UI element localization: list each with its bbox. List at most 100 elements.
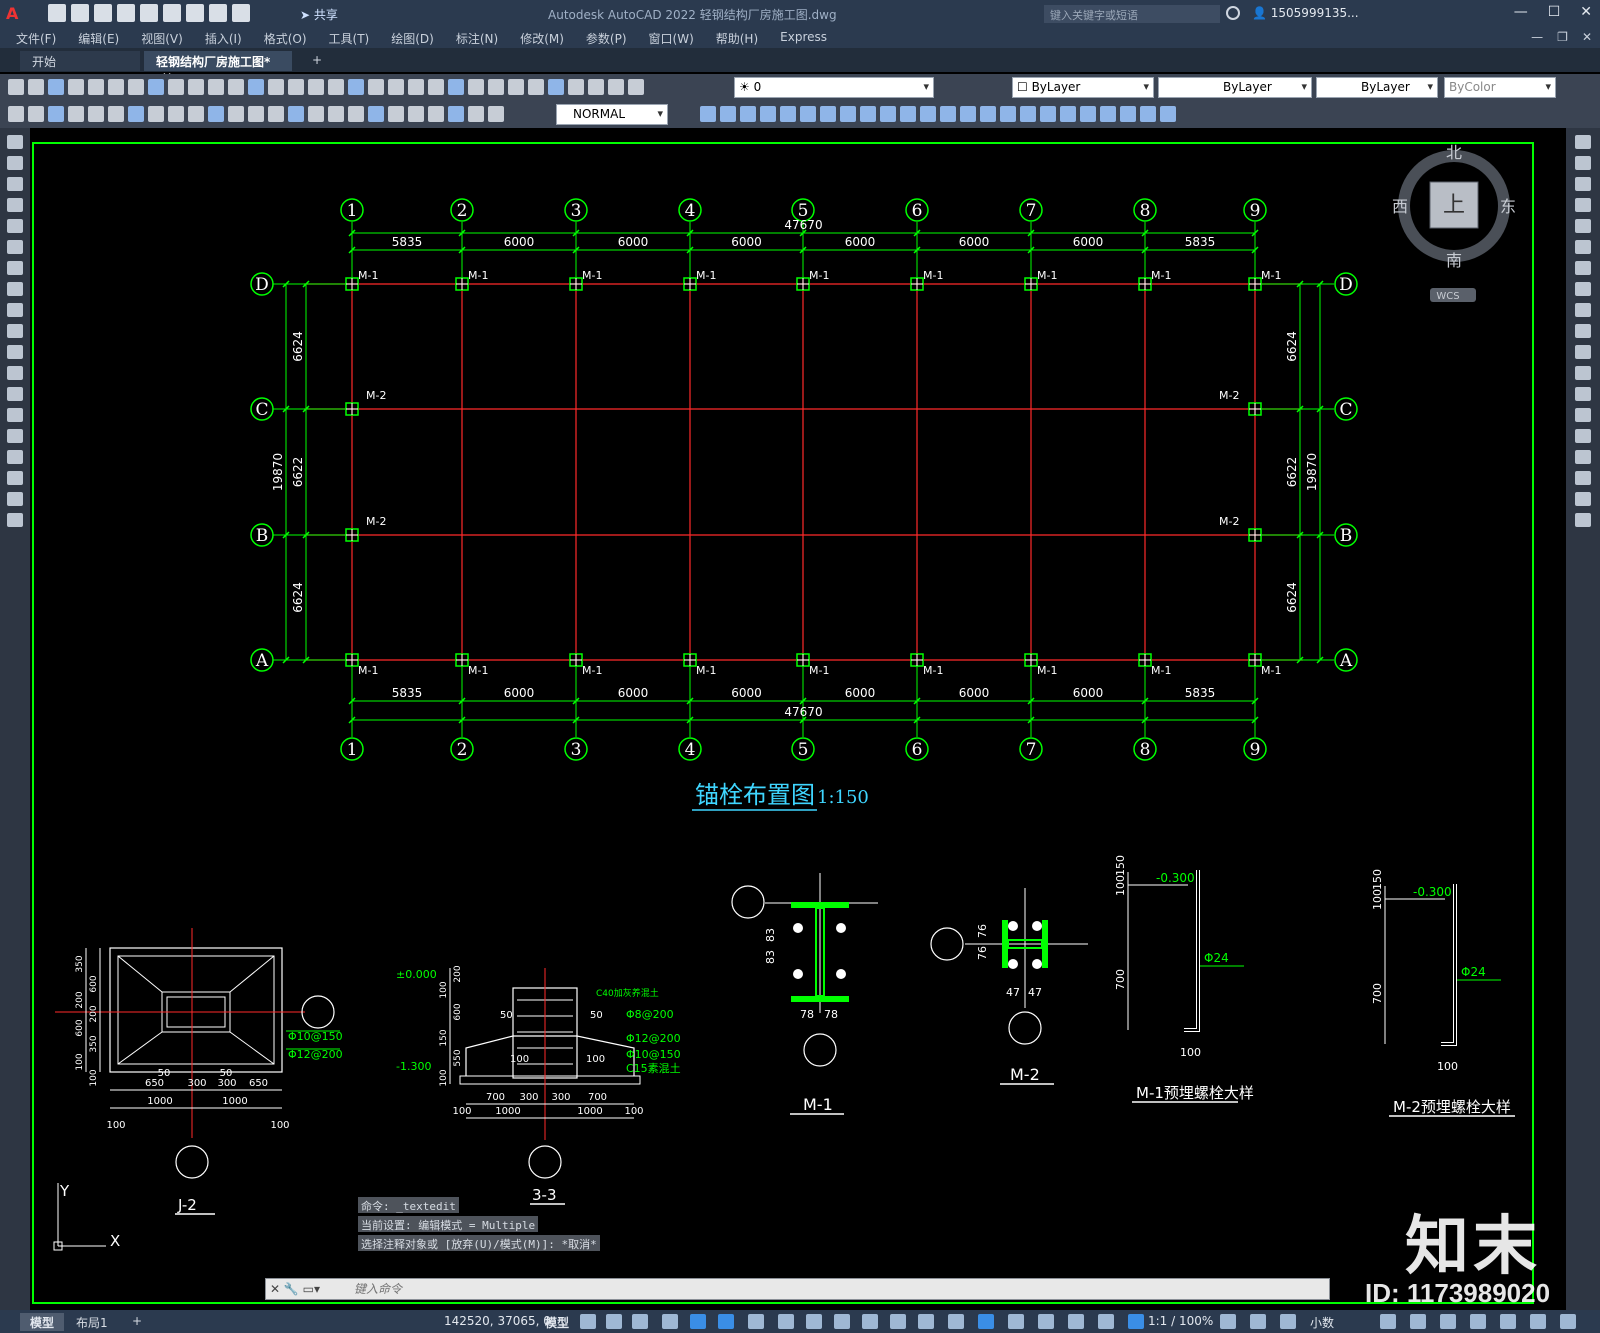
doc-restore-icon[interactable]: ❐ bbox=[1557, 30, 1568, 44]
dimstyle-dropdown[interactable]: NORMAL bbox=[556, 104, 668, 125]
status-toggle-icon[interactable] bbox=[918, 1314, 934, 1329]
save-web-icon[interactable] bbox=[163, 4, 181, 22]
toolbar-tool-icon[interactable] bbox=[408, 79, 424, 95]
palette-tool-icon[interactable] bbox=[1575, 177, 1591, 191]
viewcube[interactable]: 上 北南 东 西 WCS bbox=[1392, 143, 1516, 302]
menu-item[interactable]: 修改(M) bbox=[520, 30, 564, 47]
toolbar-tool-icon[interactable] bbox=[248, 106, 264, 122]
status-toggle-icon[interactable] bbox=[806, 1314, 822, 1329]
status-toggle-icon[interactable] bbox=[778, 1314, 794, 1329]
toolbar-tool-icon[interactable] bbox=[168, 106, 184, 122]
toolbar-tool-icon[interactable] bbox=[228, 79, 244, 95]
toolbar-tool-icon[interactable] bbox=[128, 79, 144, 95]
palette-tool-icon[interactable] bbox=[1575, 240, 1591, 254]
toolbar-tool-icon[interactable] bbox=[128, 106, 144, 122]
toolbar-tool-icon[interactable] bbox=[468, 106, 484, 122]
layout-tab-model[interactable]: 模型 bbox=[20, 1313, 65, 1331]
palette-tool-icon[interactable] bbox=[7, 387, 23, 401]
lineweight-dropdown[interactable]: ByLayer bbox=[1316, 77, 1438, 98]
palette-tool-icon[interactable] bbox=[1575, 282, 1591, 296]
palette-tool-icon[interactable] bbox=[1575, 303, 1591, 317]
status-toggle-icon[interactable] bbox=[834, 1314, 850, 1329]
layout-tab-add[interactable]: + bbox=[122, 1313, 152, 1331]
status-toggle-icon[interactable] bbox=[1038, 1314, 1054, 1329]
palette-tool-icon[interactable] bbox=[7, 471, 23, 485]
toolbar-tool-icon[interactable] bbox=[720, 106, 736, 122]
palette-tool-icon[interactable] bbox=[7, 513, 23, 527]
menu-item[interactable]: 绘图(D) bbox=[391, 30, 434, 47]
menu-item[interactable]: 文件(F) bbox=[16, 30, 56, 47]
command-close-icon[interactable]: ✕ 🔧 ▭▾ bbox=[270, 1282, 320, 1296]
save-as-icon[interactable] bbox=[117, 4, 135, 22]
status-toggle-icon[interactable] bbox=[718, 1314, 734, 1329]
menu-item[interactable]: 帮助(H) bbox=[716, 30, 758, 47]
palette-tool-icon[interactable] bbox=[7, 303, 23, 317]
plotstyle-dropdown[interactable]: ByColor bbox=[1444, 77, 1556, 98]
open-file-icon[interactable] bbox=[71, 4, 89, 22]
autocad-logo-icon[interactable]: A bbox=[6, 4, 30, 24]
toolbar-tool-icon[interactable] bbox=[588, 79, 604, 95]
palette-tool-icon[interactable] bbox=[7, 177, 23, 191]
toolbar-tool-icon[interactable] bbox=[508, 79, 524, 95]
toolbar-tool-icon[interactable] bbox=[1000, 106, 1016, 122]
toolbar-tool-icon[interactable] bbox=[88, 79, 104, 95]
redo-icon[interactable] bbox=[232, 4, 250, 22]
toolbar-tool-icon[interactable] bbox=[1120, 106, 1136, 122]
status-toggle-icon[interactable] bbox=[978, 1314, 994, 1329]
status-toggle-icon[interactable] bbox=[1380, 1314, 1396, 1329]
status-toggle-icon[interactable] bbox=[1410, 1314, 1426, 1329]
toolbar-tool-icon[interactable] bbox=[1080, 106, 1096, 122]
status-toggle-icon[interactable] bbox=[748, 1314, 764, 1329]
toolbar-tool-icon[interactable] bbox=[528, 79, 544, 95]
undo-icon[interactable] bbox=[209, 4, 227, 22]
status-toggle-icon[interactable] bbox=[1560, 1314, 1576, 1329]
toolbar-tool-icon[interactable] bbox=[268, 106, 284, 122]
toolbar-tool-icon[interactable] bbox=[1060, 106, 1076, 122]
linetype-dropdown[interactable]: ByLayer bbox=[1158, 77, 1312, 98]
palette-tool-icon[interactable] bbox=[1575, 450, 1591, 464]
toolbar-tool-icon[interactable] bbox=[700, 106, 716, 122]
status-toggle-icon[interactable] bbox=[862, 1314, 878, 1329]
status-toggle-icon[interactable] bbox=[1280, 1314, 1296, 1329]
user-account[interactable]: 👤 1505999135... bbox=[1252, 6, 1359, 20]
palette-tool-icon[interactable] bbox=[1575, 219, 1591, 233]
palette-tool-icon[interactable] bbox=[7, 261, 23, 275]
toolbar-tool-icon[interactable] bbox=[448, 79, 464, 95]
plot-icon[interactable] bbox=[186, 4, 204, 22]
menu-item[interactable]: 格式(O) bbox=[264, 30, 307, 47]
toolbar-tool-icon[interactable] bbox=[1160, 106, 1176, 122]
toolbar-tool-icon[interactable] bbox=[8, 79, 24, 95]
toolbar-tool-icon[interactable] bbox=[368, 106, 384, 122]
save-icon[interactable] bbox=[94, 4, 112, 22]
palette-tool-icon[interactable] bbox=[1575, 429, 1591, 443]
palette-tool-icon[interactable] bbox=[1575, 261, 1591, 275]
menu-item[interactable]: 窗口(W) bbox=[649, 30, 694, 47]
units-selector[interactable]: 小数 bbox=[1310, 1314, 1334, 1331]
layer-dropdown[interactable]: ☀ 0 bbox=[734, 77, 934, 98]
color-dropdown[interactable]: ☐ ByLayer bbox=[1012, 77, 1154, 98]
status-toggle-icon[interactable] bbox=[1470, 1314, 1486, 1329]
palette-tool-icon[interactable] bbox=[1575, 345, 1591, 359]
toolbar-tool-icon[interactable] bbox=[108, 79, 124, 95]
toolbar-tool-icon[interactable] bbox=[228, 106, 244, 122]
palette-tool-icon[interactable] bbox=[1575, 492, 1591, 506]
toolbar-tool-icon[interactable] bbox=[960, 106, 976, 122]
status-toggle-icon[interactable] bbox=[1250, 1314, 1266, 1329]
toolbar-tool-icon[interactable] bbox=[248, 79, 264, 95]
toolbar-tool-icon[interactable] bbox=[148, 79, 164, 95]
toolbar-tool-icon[interactable] bbox=[840, 106, 856, 122]
palette-tool-icon[interactable] bbox=[1575, 324, 1591, 338]
toolbar-tool-icon[interactable] bbox=[188, 106, 204, 122]
toolbar-tool-icon[interactable] bbox=[188, 79, 204, 95]
menu-item[interactable]: 插入(I) bbox=[205, 30, 242, 47]
palette-tool-icon[interactable] bbox=[7, 198, 23, 212]
palette-tool-icon[interactable] bbox=[1575, 198, 1591, 212]
menu-item[interactable]: 参数(P) bbox=[586, 30, 627, 47]
palette-tool-icon[interactable] bbox=[7, 429, 23, 443]
toolbar-tool-icon[interactable] bbox=[388, 106, 404, 122]
toolbar-tool-icon[interactable] bbox=[548, 79, 564, 95]
palette-tool-icon[interactable] bbox=[7, 282, 23, 296]
toolbar-tool-icon[interactable] bbox=[488, 106, 504, 122]
palette-tool-icon[interactable] bbox=[7, 135, 23, 149]
toolbar-tool-icon[interactable] bbox=[1020, 106, 1036, 122]
